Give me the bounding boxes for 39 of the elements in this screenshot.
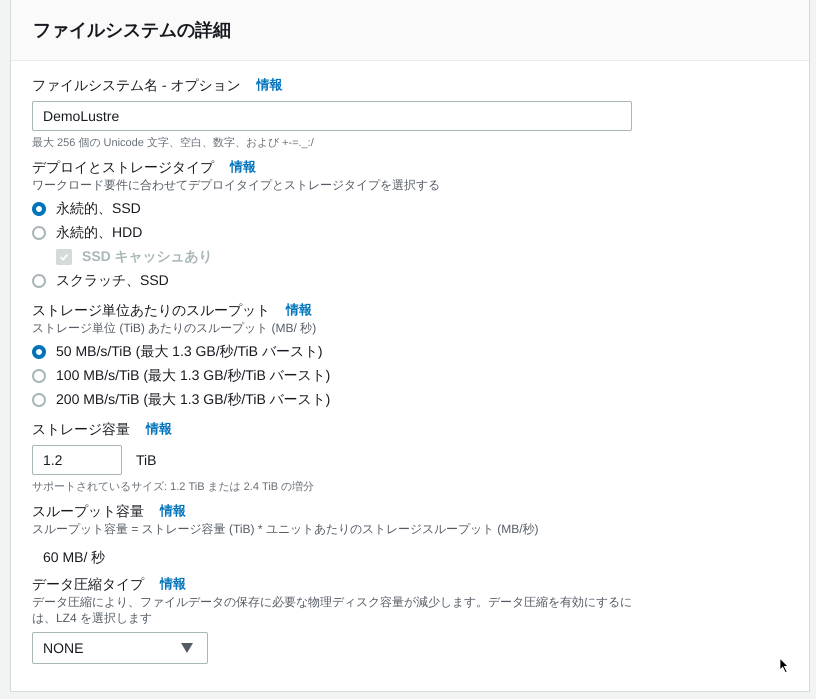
radio-label[interactable]: 200 MB/s/TiB (最大 1.3 GB/秒/TiB バースト) bbox=[56, 391, 330, 409]
info-link[interactable]: 情報 bbox=[286, 300, 312, 320]
radio-button[interactable] bbox=[32, 274, 46, 288]
panel-title: ファイルシステムの詳細 bbox=[33, 19, 231, 42]
field-description: データ圧縮により、ファイルデータの保存に必要な物理ディスク容量が減少します。データ圧縮を有効にするには、LZ4 を選択します bbox=[32, 594, 633, 626]
info-link[interactable]: 情報 bbox=[146, 419, 172, 439]
info-link[interactable]: 情報 bbox=[160, 501, 186, 521]
field-label: ストレージ単位あたりのスループット bbox=[32, 301, 270, 320]
throughput-value: 60 MB/ 秒 bbox=[42, 548, 106, 567]
caret-icon bbox=[181, 643, 193, 653]
radio-label[interactable]: 永続的、HDD bbox=[56, 224, 142, 242]
unit-label: TiB bbox=[136, 452, 156, 468]
field-description: スループット容量 = ストレージ容量 (TiB) * ユニットあたりのストレージスループット (MB/秒) bbox=[32, 521, 540, 537]
radio-label[interactable]: 100 MB/s/TiB (最大 1.3 GB/秒/TiB バースト) bbox=[56, 367, 330, 385]
field-hint: サポートされているサイズ: 1.2 TiB または 2.4 TiB の増分 bbox=[32, 480, 316, 494]
compression-select[interactable]: NONE bbox=[32, 632, 208, 664]
name-input[interactable]: DemoLustre bbox=[32, 101, 632, 131]
field-label: スループット容量 bbox=[32, 502, 144, 521]
info-link[interactable]: 情報 bbox=[230, 157, 256, 177]
field-label: データ圧縮タイプ bbox=[32, 575, 144, 594]
radio-button[interactable] bbox=[32, 202, 46, 216]
check-icon bbox=[58, 251, 70, 263]
field-label: デプロイとストレージタイプ bbox=[32, 158, 214, 177]
radio-button[interactable] bbox=[32, 369, 46, 383]
info-link[interactable]: 情報 bbox=[256, 75, 282, 95]
field-description: ワークロード要件に合わせてデプロイタイプとストレージタイプを選択する bbox=[32, 177, 441, 193]
radio-label[interactable]: 永続的、SSD bbox=[56, 200, 141, 218]
cursor-icon bbox=[779, 657, 790, 674]
radio-label[interactable]: 50 MB/s/TiB (最大 1.3 GB/秒/TiB バースト) bbox=[56, 343, 323, 361]
info-link[interactable]: 情報 bbox=[160, 574, 186, 594]
field-label: ストレージ容量 bbox=[32, 420, 130, 439]
radio-button[interactable] bbox=[32, 345, 46, 359]
field-label: ファイルシステム名 - オプション bbox=[32, 76, 240, 95]
radio-button[interactable] bbox=[32, 393, 46, 407]
capacity-input[interactable]: 1.2 bbox=[32, 445, 122, 475]
field-description: ストレージ単位 (TiB) あたりのスループット (MB/ 秒) bbox=[32, 320, 318, 336]
radio-label[interactable]: スクラッチ、SSD bbox=[56, 272, 169, 290]
field-hint: 最大 256 個の Unicode 文字、空白、数字、および +-=._:/ bbox=[32, 136, 315, 150]
radio-button[interactable] bbox=[32, 226, 46, 240]
